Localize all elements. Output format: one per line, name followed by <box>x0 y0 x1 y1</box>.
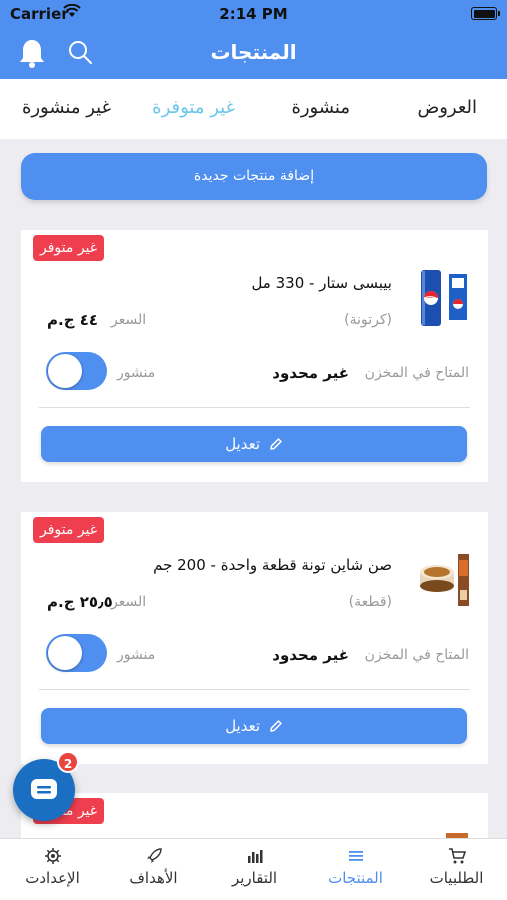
tabbar-label: الإعدادت <box>25 869 80 887</box>
tab-unpublished[interactable]: غير منشورة <box>22 97 111 118</box>
page-title: المنتجات <box>210 40 297 64</box>
stock-label: المتاح في المخزن <box>364 647 469 663</box>
product-price: ٤٤ ج.م <box>47 311 99 329</box>
list-icon <box>348 851 363 861</box>
stock-value: غير محدود <box>272 646 349 664</box>
price-label: السعر <box>111 594 147 610</box>
navigation-bar: المنتجات <box>0 28 507 79</box>
published-toggle[interactable] <box>46 352 107 390</box>
price-label: السعر <box>111 312 147 328</box>
bottom-tab-bar: الطلبيات المنتجات التقارير الأهداف الإعد… <box>0 838 507 900</box>
status-badge: غير متوفر <box>33 517 105 543</box>
published-toggle[interactable] <box>46 634 107 672</box>
tabbar-label: الأهداف <box>129 869 178 887</box>
product-image[interactable] <box>419 268 471 328</box>
tabbar-item-settings[interactable]: الإعدادت <box>2 847 103 887</box>
tab-published[interactable]: منشورة <box>291 97 350 118</box>
product-name: بيبسى ستار - 330 مل <box>251 274 392 292</box>
product-price: ٢٥٫٥ ج.م <box>47 593 113 611</box>
edit-button-label: تعديل <box>225 717 261 735</box>
product-unit: (كرتونة) <box>344 312 392 328</box>
toggle-knob <box>48 636 82 670</box>
status-bar: Carrier 2:14 PM <box>0 0 507 28</box>
tabbar-label: الطلبيات <box>429 869 484 887</box>
unread-count-badge: 2 <box>57 751 79 773</box>
tabbar-label: المنتجات <box>328 869 383 887</box>
rocket-icon <box>146 848 162 863</box>
pencil-icon <box>270 720 282 732</box>
divider <box>39 689 470 690</box>
tabbar-item-reports[interactable]: التقارير <box>204 847 305 887</box>
edit-button[interactable]: تعديل <box>41 426 467 462</box>
tabbar-item-products[interactable]: المنتجات <box>305 847 406 887</box>
clock: 2:14 PM <box>219 5 288 23</box>
tabbar-label: التقارير <box>231 869 278 887</box>
divider <box>39 407 470 408</box>
gear-icon <box>44 848 61 864</box>
bar-chart-icon <box>247 850 262 863</box>
product-unit: (قطعة) <box>348 594 392 610</box>
edit-button-label: تعديل <box>225 435 261 453</box>
cart-icon <box>448 848 466 864</box>
edit-button[interactable]: تعديل <box>41 708 467 744</box>
tab-offers[interactable]: العروض <box>417 97 477 118</box>
filter-tabs: العروض منشورة غير متوفرة غير منشورة <box>0 79 507 139</box>
stock-label: المتاح في المخزن <box>364 365 469 381</box>
product-image[interactable] <box>419 550 471 610</box>
published-label: منشور <box>117 365 156 381</box>
add-products-button[interactable]: إضافة منتجات جديدة <box>21 153 487 200</box>
status-badge: غير متوفر <box>33 235 105 261</box>
product-name: صن شاين تونة قطعة واحدة - 200 جم <box>153 556 392 574</box>
pencil-icon <box>270 438 282 450</box>
tabbar-item-goals[interactable]: الأهداف <box>103 847 204 887</box>
product-card: غير متوفر صن شاين تونة قطعة واحدة - 200 … <box>21 512 488 764</box>
toggle-knob <box>48 354 82 388</box>
battery-icon <box>471 7 500 20</box>
stock-value: غير محدود <box>272 364 349 382</box>
published-label: منشور <box>117 647 156 663</box>
product-card: غير متوفر بيبسى ستار - 330 مل (كرتونة) ا… <box>21 230 488 482</box>
chat-button[interactable]: 2 <box>13 751 79 821</box>
tab-unavailable[interactable]: غير متوفرة <box>152 97 235 118</box>
tabbar-item-orders[interactable]: الطلبيات <box>406 847 507 887</box>
